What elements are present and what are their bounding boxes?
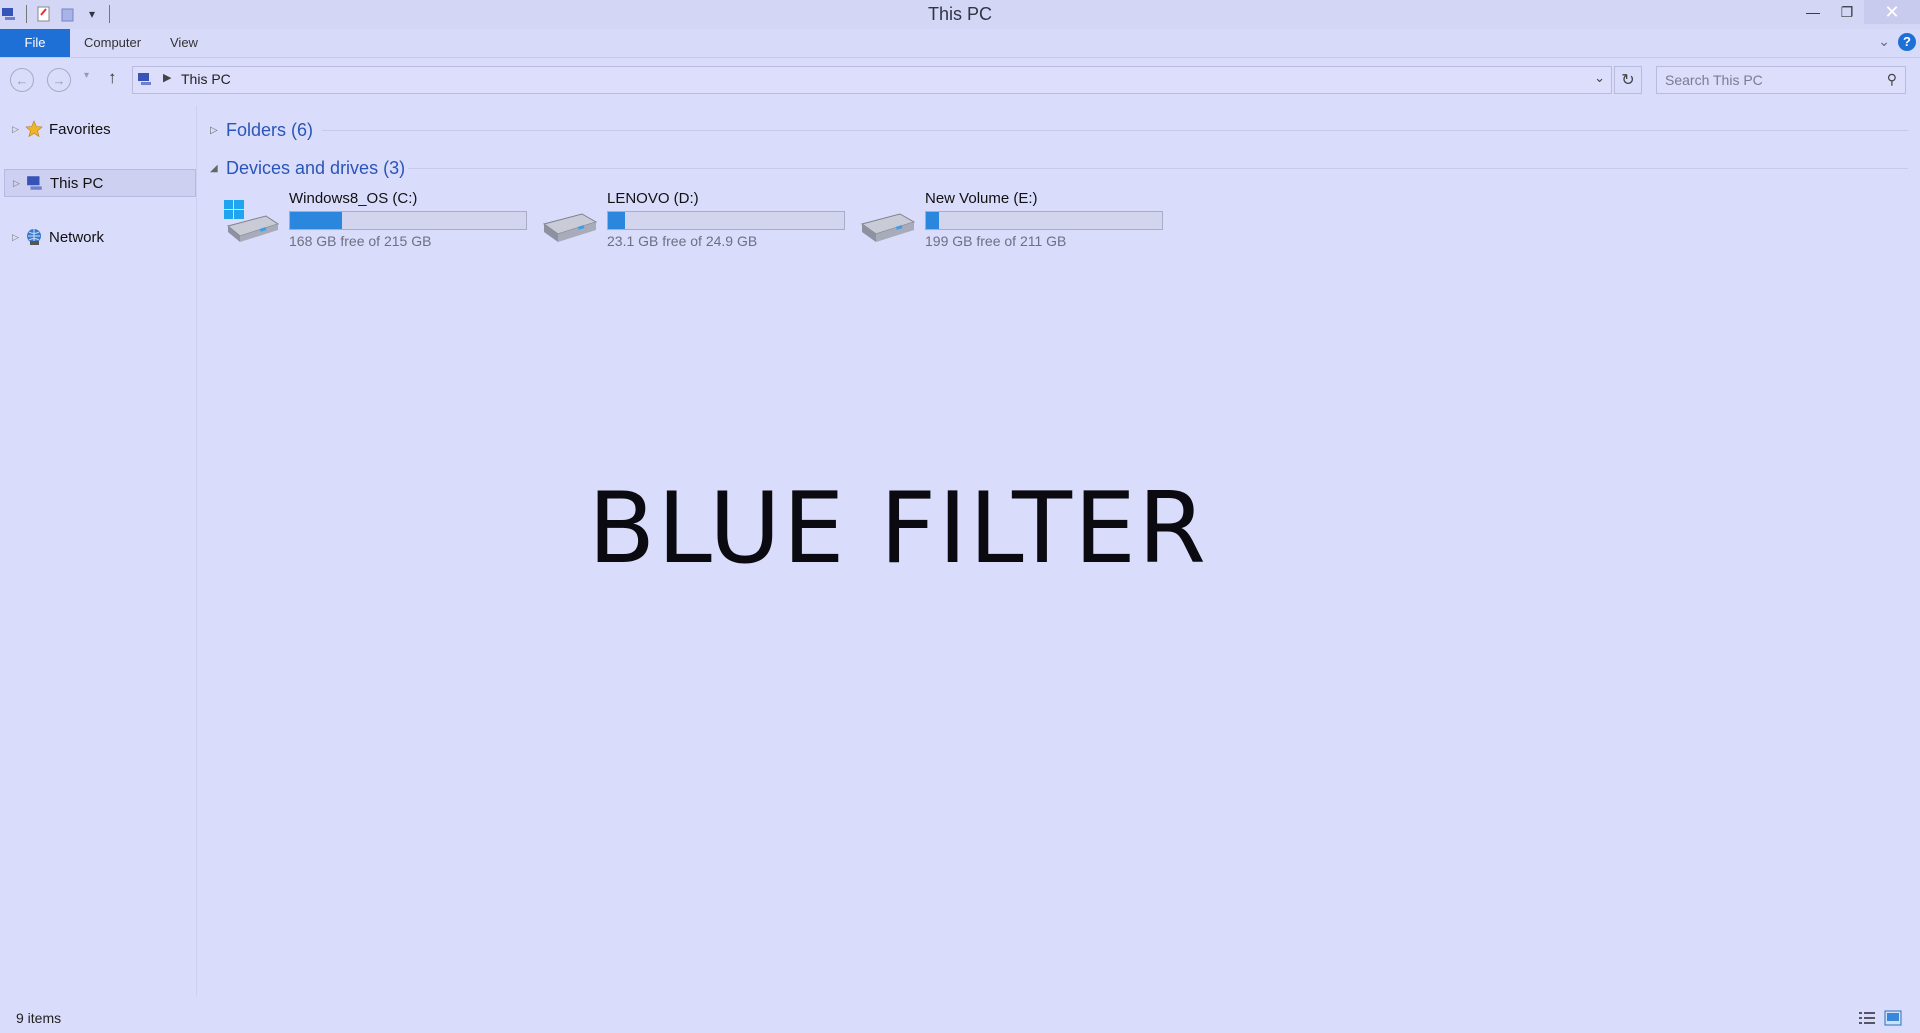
drive-usage-bar [607,211,845,230]
refresh-button[interactable]: ↻ [1614,66,1642,94]
tab-computer[interactable]: Computer [84,29,141,57]
navigation-pane: ▷ Favorites ▷ This PC ▷ Network [0,106,197,996]
drive-usage-bar [289,211,527,230]
drive-name: Windows8_OS (C:) [289,190,418,207]
window-controls: — ❐ ✕ [1796,0,1920,24]
network-icon [24,228,44,246]
drive-usage-bar [925,211,1163,230]
group-divider [408,168,1908,169]
star-icon [24,120,44,138]
back-button[interactable]: ← [10,68,34,92]
maximize-button[interactable]: ❐ [1830,0,1864,24]
drive-name: New Volume (E:) [925,190,1038,207]
tab-file[interactable]: File [0,29,70,57]
expand-arrow-icon[interactable]: ▷ [210,125,226,136]
drive-free-space: 23.1 GB free of 24.9 GB [607,233,758,249]
drive-icon [860,213,916,242]
minimize-button[interactable]: — [1796,0,1830,24]
drive-name: LENOVO (D:) [607,190,699,207]
collapse-arrow-icon[interactable]: ◢ [210,163,226,174]
drive-item[interactable]: New Volume (E:) 199 GB free of 211 GB [858,190,1176,256]
drive-free-space: 168 GB free of 215 GB [289,233,432,249]
view-switcher [1858,1010,1902,1026]
nav-item-label: This PC [50,174,104,192]
group-label: Folders (6) [226,119,314,140]
address-dropdown-icon[interactable]: ⌄ [1594,70,1605,86]
overlay-caption: BLUE FILTER [588,472,1209,586]
group-label: Devices and drives (3) [226,157,406,178]
computer-icon [138,73,151,85]
computer-icon [25,174,45,192]
nav-item-favorites[interactable]: ▷ Favorites [0,116,196,142]
nav-item-label: Network [49,228,105,246]
nav-item-this-pc[interactable]: ▷ This PC [4,169,196,197]
group-divider [322,130,1908,131]
large-icons-view-icon[interactable] [1884,1010,1902,1026]
search-icon[interactable]: ⚲ [1887,71,1897,88]
nav-item-label: Favorites [49,120,111,138]
nav-item-network[interactable]: ▷ Network [0,224,196,250]
search-input[interactable] [1663,70,1867,90]
expand-arrow-icon[interactable]: ▷ [12,232,22,243]
status-bar: 9 items [0,1004,1920,1033]
expand-arrow-icon[interactable]: ▷ [13,178,23,189]
windows-drive-icon [224,200,280,242]
drive-item[interactable]: Windows8_OS (C:) 168 GB free of 215 GB [222,190,540,256]
forward-button[interactable]: → [47,68,71,92]
drive-icon [542,213,598,242]
drive-usage-fill [290,212,342,229]
help-icon[interactable]: ? [1898,33,1916,51]
expand-ribbon-icon[interactable]: ⌄ [1878,33,1890,50]
ribbon-tabs: File Computer View ⌄ ? [0,29,1920,58]
tab-view[interactable]: View [170,29,198,57]
search-box[interactable]: ⚲ [1656,66,1906,94]
close-button[interactable]: ✕ [1864,0,1920,24]
drive-usage-fill [926,212,940,229]
address-bar[interactable]: ▶ This PC ⌄ [132,66,1612,94]
drive-item[interactable]: LENOVO (D:) 23.1 GB free of 24.9 GB [540,190,858,256]
up-button[interactable]: ↑ [108,68,117,88]
title-bar: ▾ This PC — ❐ ✕ [0,0,1920,29]
group-folders[interactable]: ▷ Folders (6) [210,118,313,142]
group-devices-and-drives[interactable]: ◢ Devices and drives (3) [210,156,405,180]
recent-locations-icon[interactable]: ▾ [84,70,89,81]
item-count: 9 items [16,1010,62,1026]
breadcrumb[interactable]: This PC [181,71,231,87]
expand-arrow-icon[interactable]: ▷ [12,124,22,135]
drive-free-space: 199 GB free of 211 GB [925,233,1067,249]
details-view-icon[interactable] [1858,1010,1876,1026]
address-row: ← → ▾ ↑ ▶ This PC ⌄ ↻ ⚲ [0,66,1920,94]
breadcrumb-separator-icon[interactable]: ▶ [163,71,171,84]
window-title: This PC [927,4,992,24]
drive-usage-fill [608,212,625,229]
